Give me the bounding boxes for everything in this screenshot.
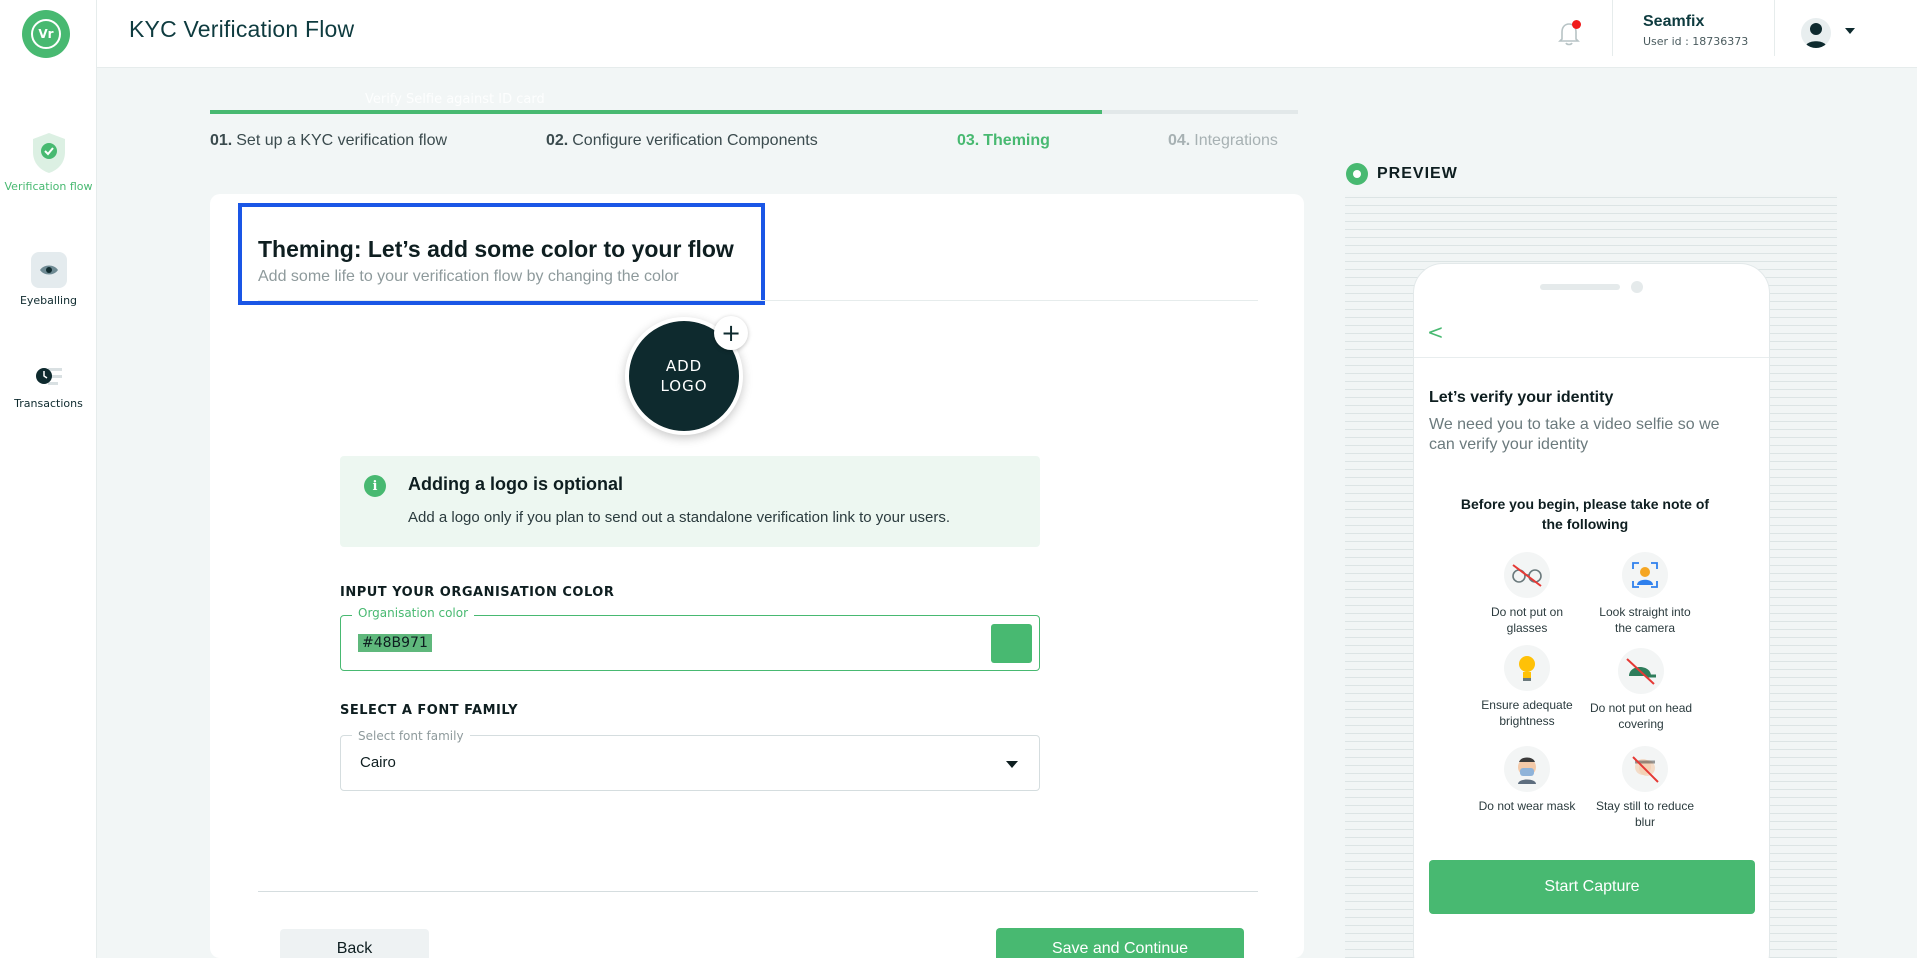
notification-dot bbox=[1572, 20, 1581, 29]
divider bbox=[1612, 0, 1613, 56]
tip-label: Do not put on glasses bbox=[1490, 605, 1564, 635]
organisation-color-field[interactable] bbox=[340, 615, 1040, 671]
tip-stay-still: Stay still to reduce blur bbox=[1590, 746, 1700, 830]
transactions-icon bbox=[31, 361, 67, 391]
page-title: KYC Verification Flow bbox=[129, 16, 355, 42]
face-camera-icon bbox=[1622, 552, 1668, 598]
sidebar-item-label: Eyeballing bbox=[19, 294, 78, 307]
mask-face-icon bbox=[1504, 746, 1550, 792]
back-arrow-icon[interactable]: < bbox=[1427, 320, 1444, 344]
stepper-ghost-text: Verify Selfie against ID card bbox=[365, 92, 545, 107]
preview-note: Before you begin, please take note of th… bbox=[1460, 496, 1710, 532]
font-family-legend: Select font family bbox=[352, 729, 470, 743]
step-2[interactable]: 02. Configure verification Components bbox=[546, 132, 818, 150]
sidebar-item-transactions[interactable]: Transactions bbox=[0, 361, 97, 410]
lightbulb-icon bbox=[1504, 645, 1550, 691]
add-logo-line1: ADD bbox=[665, 357, 703, 375]
bell-icon[interactable] bbox=[1554, 18, 1584, 48]
brand-logo[interactable]: Vr bbox=[22, 10, 70, 58]
plus-icon[interactable]: + bbox=[714, 316, 748, 350]
chevron-down-icon[interactable] bbox=[1006, 761, 1018, 768]
step-number: 01. bbox=[210, 132, 233, 149]
user-name: Seamfix bbox=[1643, 13, 1705, 30]
phone-speaker bbox=[1540, 284, 1620, 290]
font-section-label: SELECT A FONT FAMILY bbox=[340, 703, 519, 718]
tip-no-glasses: Do not put on glasses bbox=[1472, 552, 1582, 636]
section-title: Theming: Let’s add some color to your fl… bbox=[258, 236, 734, 262]
brand-logo-text: Vr bbox=[31, 19, 61, 49]
no-blur-icon bbox=[1622, 746, 1668, 792]
stepper-progress bbox=[210, 110, 1103, 114]
tip-label: Stay still to reduce blur bbox=[1595, 799, 1695, 829]
divider bbox=[1414, 357, 1769, 358]
tip-label: Look straight into the camera bbox=[1599, 605, 1691, 635]
tip-label: Do not put on head covering bbox=[1589, 701, 1693, 731]
step-label: Set up a KYC verification flow bbox=[236, 132, 448, 149]
tip-head-covering: Do not put on head covering bbox=[1586, 648, 1696, 732]
preview-dot-icon bbox=[1346, 163, 1368, 185]
divider bbox=[258, 891, 1258, 892]
preview-title: Let’s verify your identity bbox=[1429, 389, 1614, 406]
theming-card bbox=[210, 194, 1304, 958]
user-id: User id : 18736373 bbox=[1643, 35, 1749, 48]
phone-camera bbox=[1631, 281, 1643, 293]
organisation-color-legend: Organisation color bbox=[352, 606, 475, 620]
tip-brightness: Ensure adequate brightness bbox=[1472, 645, 1582, 729]
font-family-select[interactable] bbox=[340, 735, 1040, 791]
top-bar: KYC Verification Flow Seamfix User id : … bbox=[97, 0, 1917, 68]
organisation-color-input[interactable]: #48B971 bbox=[358, 634, 432, 652]
step-number: 02. bbox=[546, 132, 569, 149]
sidebar: Vr Verification flow Eyeballing Transact… bbox=[0, 0, 97, 958]
sidebar-item-label: Verification flow bbox=[4, 180, 93, 193]
step-number: 03. bbox=[957, 132, 980, 149]
preview-subtitle: We need you to take a video selfie so we… bbox=[1429, 416, 1720, 453]
sidebar-item-label: Transactions bbox=[14, 397, 83, 410]
start-capture-button[interactable]: Start Capture bbox=[1429, 860, 1755, 914]
tip-look-straight: Look straight into the camera bbox=[1590, 552, 1700, 636]
sidebar-item-verification-flow[interactable]: Verification flow bbox=[0, 132, 97, 193]
color-section-label: INPUT YOUR ORGANISATION COLOR bbox=[340, 585, 615, 600]
info-icon: i bbox=[364, 475, 386, 497]
step-1[interactable]: 01. Set up a KYC verification flow bbox=[210, 132, 447, 150]
step-label: Integrations bbox=[1194, 132, 1278, 149]
color-swatch[interactable] bbox=[991, 624, 1032, 663]
tip-mask: Do not wear mask bbox=[1472, 746, 1582, 814]
step-label: Configure verification Components bbox=[572, 132, 818, 149]
eye-icon bbox=[30, 252, 67, 288]
chevron-down-icon[interactable] bbox=[1845, 28, 1855, 34]
step-label: Theming bbox=[983, 132, 1050, 149]
save-and-continue-button[interactable]: Save and Continue bbox=[996, 928, 1244, 958]
divider bbox=[1774, 0, 1775, 56]
step-4[interactable]: 04. Integrations bbox=[1168, 132, 1278, 150]
divider bbox=[258, 300, 1258, 301]
tip-label: Do not wear mask bbox=[1478, 799, 1576, 813]
section-subtitle: Add some life to your verification flow … bbox=[258, 268, 679, 285]
step-3[interactable]: 03. Theming bbox=[957, 132, 1050, 150]
preview-label: PREVIEW bbox=[1377, 165, 1458, 182]
tip-label: Ensure adequate brightness bbox=[1481, 698, 1573, 728]
user-avatar-icon[interactable] bbox=[1801, 18, 1831, 48]
add-logo-line2: LOGO bbox=[660, 377, 708, 395]
info-title: Adding a logo is optional bbox=[408, 474, 623, 494]
sidebar-item-eyeballing[interactable]: Eyeballing bbox=[0, 252, 97, 307]
no-glasses-icon bbox=[1504, 552, 1550, 598]
step-number: 04. bbox=[1168, 132, 1191, 149]
no-cap-icon bbox=[1618, 648, 1664, 694]
info-text: Add a logo only if you plan to send out … bbox=[408, 509, 950, 526]
font-family-value[interactable]: Cairo bbox=[360, 754, 396, 771]
shield-check-icon bbox=[31, 132, 67, 174]
back-button[interactable]: Back bbox=[280, 929, 429, 958]
info-banner bbox=[340, 456, 1040, 547]
